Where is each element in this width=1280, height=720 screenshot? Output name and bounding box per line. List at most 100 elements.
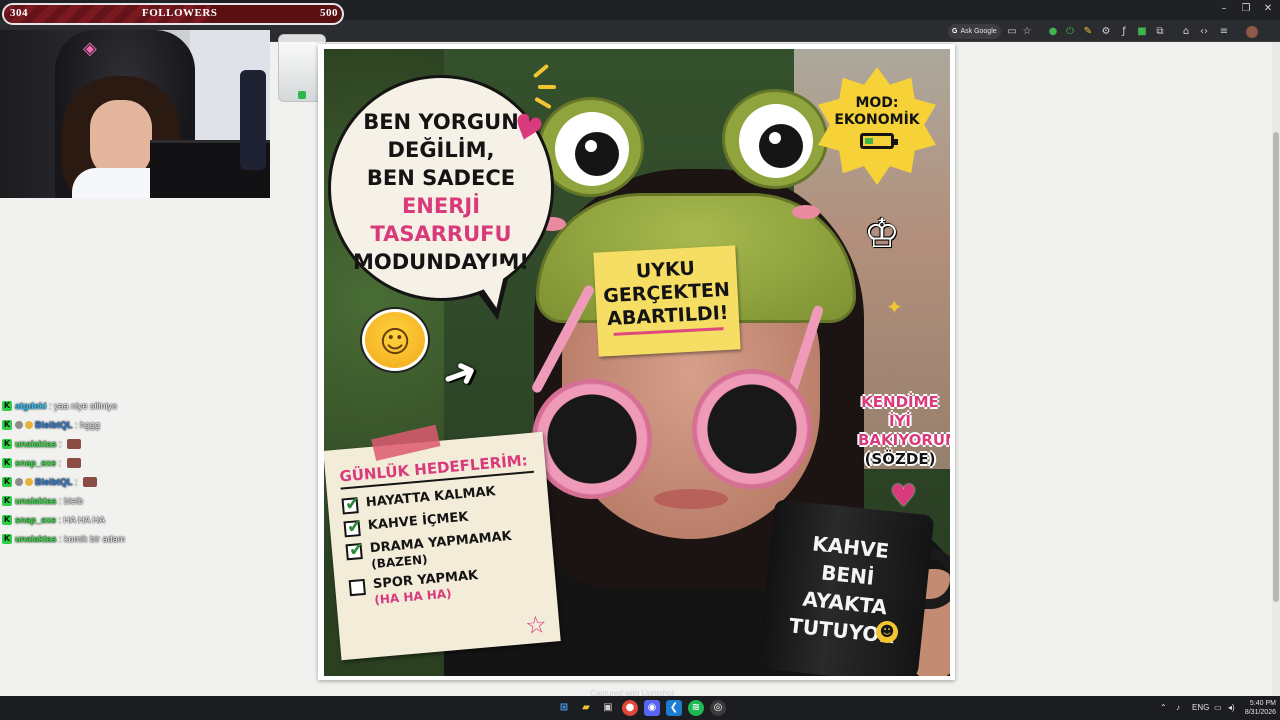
- chat-text: bleib: [64, 495, 84, 506]
- gear-icon[interactable]: ⚙: [1100, 26, 1112, 38]
- chat-username[interactable]: unalaktas: [15, 496, 57, 506]
- checked-box-icon: ✔: [343, 516, 363, 538]
- chat-message: Ksnap_exe : HA HA HA: [2, 514, 106, 525]
- kick-badge-icon: K: [2, 400, 12, 411]
- meme-image: UYKU GERÇEKTEN ABARTILDI! BEN YORGUN DEĞ…: [324, 49, 950, 676]
- language-indicator[interactable]: ENG: [1192, 703, 1209, 712]
- windows-taskbar: [0, 696, 1280, 720]
- self-care-label: KENDİME İYİ BAKIYORUM (SÖZDE): [858, 393, 950, 469]
- pen-icon[interactable]: ✎: [1082, 26, 1094, 38]
- menu-icon[interactable]: ≡: [1218, 26, 1230, 38]
- follower-goal-bar: 304 FOLLOWERS 500: [2, 3, 344, 25]
- chat-username[interactable]: unalaktas: [15, 534, 57, 544]
- follower-target: 500: [320, 7, 338, 19]
- todo-text: HAYATTA KALMAK: [365, 484, 497, 511]
- function-icon[interactable]: ƒ: [1118, 26, 1130, 38]
- chat-text: komik bir adam: [64, 533, 126, 544]
- frog-eye-right: [722, 89, 828, 189]
- kick-badge-icon: K: [2, 533, 12, 544]
- chat-message: Ksnap_exe :: [2, 453, 262, 472]
- code-icon[interactable]: ‹›: [1198, 26, 1210, 38]
- mod-badge-icon: [15, 477, 23, 486]
- kick-badge-icon: K: [2, 457, 12, 468]
- chat-text: yaa niye siliniyo: [54, 400, 118, 411]
- chat-emote-icon: [83, 476, 98, 487]
- page-scrollbar[interactable]: [1272, 42, 1280, 696]
- chat-username[interactable]: atgdeki: [15, 401, 47, 411]
- system-clock[interactable]: 5:40 PM 8/31/2026: [1240, 699, 1276, 717]
- chat-message: Kunalaktas :: [2, 434, 262, 453]
- chat-message: Katgdeki : yaa niye siliniyo: [2, 400, 118, 411]
- kick-badge-icon: K: [2, 476, 12, 487]
- clock-date: 8/31/2026: [1244, 709, 1276, 716]
- battery-icon: [860, 133, 898, 149]
- mode-line-2: EKONOMİK: [834, 112, 920, 128]
- chrome-icon[interactable]: ●: [622, 700, 638, 716]
- minimize-button[interactable]: –: [1214, 3, 1234, 14]
- power-icon[interactable]: ⏻: [1064, 26, 1076, 38]
- ask-google-label: Ask Google: [960, 28, 997, 35]
- ray-2: [538, 85, 556, 89]
- crown-icon: ♔: [864, 211, 900, 257]
- kick-badge-icon: K: [2, 438, 12, 449]
- kick-badge-icon: K: [2, 419, 12, 430]
- todo-text: KAHVE İÇMEK: [367, 509, 469, 534]
- screen-icon[interactable]: ▭: [1006, 26, 1018, 38]
- star-doodle-icon: ☆: [524, 610, 548, 640]
- star-icon[interactable]: ☆: [1021, 26, 1033, 38]
- chat-username[interactable]: BleibtQL: [35, 420, 73, 430]
- chat-text: HA HA HA: [63, 514, 106, 525]
- webcam-feed: ◈: [0, 30, 270, 198]
- file-explorer-icon[interactable]: ▰: [578, 700, 594, 716]
- bubble-line-last: MODUNDAYIM!: [353, 250, 529, 274]
- scrollbar-thumb[interactable]: [1273, 132, 1279, 602]
- home-icon[interactable]: ⌂: [1180, 26, 1192, 38]
- spotify-icon[interactable]: ≋: [688, 700, 704, 716]
- chat-message: K BleibtQL :: [2, 472, 262, 491]
- windows-start-icon[interactable]: ⊞: [556, 700, 572, 716]
- ask-google-button[interactable]: G Ask Google: [948, 24, 1001, 39]
- chat-message: Kunalaktas : bleib: [2, 495, 84, 506]
- pink-flower-glasses: [530, 283, 832, 509]
- obs-icon[interactable]: ◎: [710, 700, 726, 716]
- chat-username[interactable]: snap_exe: [15, 458, 56, 468]
- kick-badge-icon: K: [2, 495, 12, 506]
- discord-icon[interactable]: ◉: [644, 700, 660, 716]
- checked-box-icon: ✔: [341, 493, 361, 515]
- clock-time: 5:40 PM: [1249, 700, 1276, 707]
- close-button[interactable]: ✕: [1258, 3, 1278, 14]
- kick-badge-icon: K: [2, 514, 12, 525]
- coffee-mug: KAHVE BENİ AYAKTA TUTUYOR: [757, 499, 935, 676]
- store-icon[interactable]: ▣: [600, 700, 616, 716]
- mic-icon[interactable]: ♪: [1176, 703, 1180, 712]
- chat-username[interactable]: unalaktas: [15, 439, 57, 449]
- frog-cheek-right: [792, 205, 820, 219]
- sub-badge-icon: [25, 420, 33, 429]
- frog-eye-left: [538, 97, 644, 197]
- daily-goals-note: GÜNLÜK HEDEFLERİM: ✔ HAYATTA KALMAK ✔ KAHVE…: [324, 424, 561, 661]
- chat-message: Kunalaktas : komik bir adam: [2, 533, 126, 544]
- chat-overlay: Katgdeki : yaa niye siliniyo K BleibtQL : …: [2, 396, 262, 548]
- sparkle-icon: ✦: [886, 295, 903, 319]
- maximize-button[interactable]: ❐: [1236, 3, 1256, 14]
- puzzle-icon[interactable]: ⧉: [1154, 26, 1166, 38]
- follower-label: FOLLOWERS: [142, 7, 218, 19]
- chat-username[interactable]: BleibtQL: [35, 477, 73, 487]
- todo-list: ✔ HAYATTA KALMAK ✔ KAHVE İÇMEK ✔ DRAMA YAPMAM…: [341, 481, 544, 609]
- green-extension-icon[interactable]: ■: [1136, 26, 1148, 38]
- chat-text: hggg: [80, 419, 101, 430]
- ray-1: [532, 63, 550, 79]
- tray-chevron-icon[interactable]: ⌃: [1160, 703, 1167, 712]
- chat-message: K BleibtQL : hggg: [2, 419, 101, 430]
- chat-emote-icon: [67, 438, 82, 449]
- extension-shield-icon[interactable]: ●: [1047, 26, 1059, 38]
- profile-avatar[interactable]: [1246, 26, 1258, 38]
- follower-current: 304: [10, 7, 28, 19]
- network-icon[interactable]: ▭: [1214, 703, 1222, 712]
- bubble-line-pink: ENERJİ TASARRUFU: [370, 194, 512, 246]
- self-care-line-4: (SÖZDE): [864, 450, 936, 468]
- water-bottle: [240, 70, 266, 170]
- volume-icon[interactable]: ◂): [1228, 703, 1235, 712]
- chat-username[interactable]: snap_exe: [15, 515, 56, 525]
- vscode-icon[interactable]: ❮: [666, 700, 682, 716]
